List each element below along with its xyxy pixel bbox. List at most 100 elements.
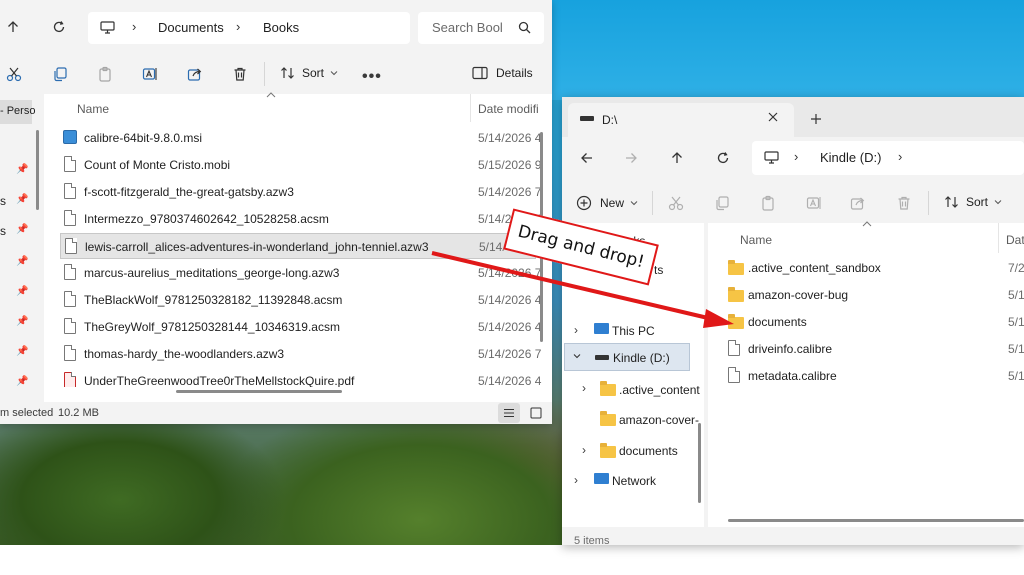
command-bar: New Sort	[562, 183, 1024, 223]
back-arrow-icon[interactable]	[580, 151, 594, 165]
file-row[interactable]: f-scott-fitzgerald_the-great-gatsby.azw3…	[60, 179, 541, 205]
column-header-date[interactable]: Dat	[1006, 233, 1024, 247]
breadcrumb-kindle[interactable]: Kindle (D:)	[820, 150, 881, 165]
address-bar[interactable]: › Kindle (D:) ›	[752, 141, 1024, 175]
file-date: 7/2	[1008, 261, 1024, 275]
computer-icon	[764, 151, 779, 164]
file-row[interactable]: .active_content_sandbox 7/2	[724, 255, 1024, 281]
document-icon	[728, 367, 740, 383]
file-row[interactable]: Intermezzo_9780374602642_10528258.acsm 5/…	[60, 206, 541, 232]
chevron-down-icon	[630, 200, 638, 206]
nav-item-fragment[interactable]: s	[0, 224, 6, 238]
tab-strip: D:\	[562, 97, 1024, 137]
document-icon	[728, 340, 740, 356]
drive-icon	[595, 355, 609, 360]
sort-button[interactable]: Sort	[944, 195, 1002, 209]
chevron-down-icon[interactable]	[573, 353, 581, 359]
file-row[interactable]: TheGreyWolf_9781250328144_10346319.acsm 5…	[60, 314, 541, 340]
up-arrow-icon[interactable]	[6, 20, 20, 34]
navigation-pane: - Perso 📌 s 📌 s 📌 📌 📌 📌 📌 📌	[0, 94, 40, 402]
nav-item-network[interactable]: Network	[612, 474, 656, 488]
pin-icon: 📌	[16, 224, 29, 235]
details-button[interactable]: Details	[472, 66, 533, 80]
file-row[interactable]: marcus-aurelius_meditations_george-long.…	[60, 260, 541, 286]
rename-icon[interactable]	[142, 66, 158, 82]
file-row[interactable]: Count of Monte Cristo.mobi 5/15/2026 9	[60, 152, 541, 178]
file-name: Intermezzo_9780374602642_10528258.acsm	[84, 212, 329, 226]
file-name: marcus-aurelius_meditations_george-long.…	[84, 266, 340, 280]
nav-scrollbar[interactable]	[36, 130, 39, 210]
nav-item-fragment[interactable]: ts	[654, 263, 663, 277]
file-date: 5/14/2026 4	[478, 131, 542, 145]
refresh-icon[interactable]	[52, 20, 66, 34]
file-row[interactable]: calibre-64bit-9.8.0.msi 5/14/2026 4	[60, 125, 541, 151]
tab-kindle-root[interactable]: D:\	[568, 103, 794, 137]
file-name: driveinfo.calibre	[748, 342, 833, 356]
paste-icon	[760, 195, 776, 211]
nav-item-amazon-cover[interactable]: amazon-cover-	[619, 413, 699, 427]
nav-item-kindle[interactable]: Kindle (D:)	[564, 343, 690, 371]
file-name: amazon-cover-bug	[748, 288, 849, 302]
tiles-view-icon[interactable]	[526, 403, 546, 423]
nav-item-this-pc[interactable]: This PC	[612, 324, 655, 338]
new-label: New	[600, 196, 625, 210]
new-button[interactable]: New	[576, 195, 638, 211]
folder-icon	[600, 411, 616, 426]
details-view-icon[interactable]	[498, 403, 520, 423]
drive-icon	[580, 116, 594, 121]
chevron-right-icon[interactable]: ›	[574, 323, 578, 337]
share-icon	[850, 195, 866, 211]
breadcrumb-documents[interactable]: Documents	[158, 20, 224, 35]
breadcrumb-books[interactable]: Books	[263, 20, 299, 35]
column-header-name[interactable]: Name	[740, 233, 772, 247]
document-icon	[65, 238, 77, 254]
file-name: documents	[748, 315, 807, 329]
search-icon	[518, 21, 531, 34]
file-row[interactable]: thomas-hardy_the-woodlanders.azw3 5/14/20…	[60, 341, 541, 367]
file-row[interactable]: amazon-cover-bug 5/1	[724, 282, 1024, 308]
nav-item-active-content[interactable]: .active_content	[619, 383, 700, 397]
file-date: 5/1	[1008, 342, 1024, 356]
nav-scrollbar[interactable]	[698, 423, 701, 503]
nav-item-documents[interactable]: documents	[619, 444, 678, 458]
column-header-name[interactable]: Name	[77, 102, 109, 116]
network-icon	[594, 473, 609, 484]
sort-button[interactable]: Sort	[280, 66, 338, 80]
column-header-date[interactable]: Date modifi	[478, 102, 539, 116]
file-date: 5/14/2026 4	[478, 293, 542, 307]
search-input[interactable]: Search Bool	[418, 12, 544, 44]
address-bar[interactable]: › Documents › Books	[88, 12, 410, 44]
folder-icon	[728, 287, 744, 302]
status-size: 10.2 MB	[58, 407, 99, 419]
new-tab-icon[interactable]	[810, 113, 822, 125]
file-row[interactable]: metadata.calibre 5/1	[724, 363, 1024, 389]
share-icon[interactable]	[187, 66, 203, 82]
cut-icon[interactable]	[6, 66, 22, 82]
document-icon	[64, 318, 76, 334]
chevron-down-icon	[994, 199, 1002, 205]
file-row[interactable]: documents 5/1	[724, 309, 1024, 335]
delete-icon[interactable]	[232, 66, 248, 82]
file-row[interactable]: UnderTheGreenwoodTree0rTheMellstockQuire…	[60, 368, 541, 387]
folder-icon	[728, 314, 744, 329]
pin-icon: 📌	[16, 316, 29, 327]
horizontal-scrollbar[interactable]	[176, 390, 342, 393]
file-row[interactable]: lewis-carroll_alices-adventures-in-wonde…	[60, 233, 536, 259]
horizontal-scrollbar[interactable]	[728, 519, 1024, 522]
more-options-icon[interactable]: •••	[362, 68, 382, 86]
file-row[interactable]: TheBlackWolf_9781250328182_11392848.acsm…	[60, 287, 541, 313]
chevron-right-icon[interactable]: ›	[574, 473, 578, 487]
nav-item-personal[interactable]: - Perso	[0, 100, 35, 124]
refresh-icon[interactable]	[716, 151, 730, 165]
close-icon[interactable]	[768, 112, 778, 122]
up-arrow-icon[interactable]	[670, 151, 684, 165]
file-date: 5/14/2026 7	[478, 347, 542, 361]
chevron-right-icon: ›	[898, 149, 903, 164]
nav-item-fragment[interactable]: s	[0, 194, 6, 208]
file-row[interactable]: driveinfo.calibre 5/1	[724, 336, 1024, 362]
file-explorer-kindle-window: D:\ › Kindle (D:) › New Sort ts › This P…	[562, 97, 1024, 545]
chevron-right-icon[interactable]: ›	[582, 381, 586, 395]
copy-icon[interactable]	[52, 66, 68, 82]
chevron-right-icon[interactable]: ›	[582, 443, 586, 457]
file-date: 5/15/2026 9	[478, 158, 542, 172]
